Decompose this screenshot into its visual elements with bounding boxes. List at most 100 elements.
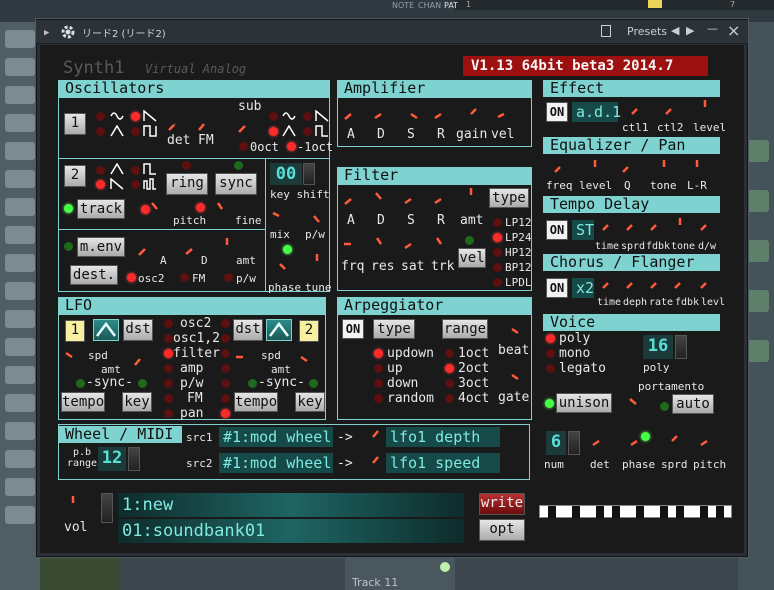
arp-on-button[interactable]: ON [342, 319, 364, 339]
patch-name-display[interactable]: 1:new [118, 493, 464, 517]
arp-down-led[interactable] [374, 379, 383, 388]
osc-det-knob[interactable] [166, 115, 184, 133]
lfo1-key-button[interactable]: key [122, 392, 152, 412]
dest-button[interactable]: dest. [70, 265, 118, 285]
lfo2-amp-led[interactable] [221, 364, 230, 373]
sub-sine-led[interactable] [269, 112, 278, 121]
unison-phase-led[interactable] [641, 432, 650, 441]
osc1-wave-saw-led[interactable] [131, 112, 140, 121]
sub-square-led[interactable] [303, 127, 312, 136]
gear-icon[interactable] [60, 24, 76, 40]
osc2-sine-led[interactable] [96, 166, 105, 175]
tab-pat[interactable]: PAT [444, 1, 458, 10]
lfo1-sync-led-a[interactable] [76, 379, 85, 388]
master-vol-knob[interactable] [64, 494, 82, 512]
osc-fm-knob[interactable] [195, 115, 213, 133]
lfo1-amp-led[interactable] [164, 364, 173, 373]
filter-vel-led[interactable] [465, 236, 474, 245]
lfo2-osc2-led[interactable] [221, 319, 230, 328]
presets-label[interactable]: Presets [627, 25, 667, 38]
amp-d-knob[interactable] [372, 105, 390, 123]
arp-random-led[interactable] [374, 394, 383, 403]
delay-mode-display[interactable]: ST [572, 220, 594, 240]
filter-frq-knob[interactable] [342, 235, 360, 253]
tab-chan[interactable]: CHAN [418, 1, 441, 10]
menv-a-knob[interactable] [136, 240, 154, 258]
voice-legato-led[interactable] [546, 364, 555, 373]
lfo1-osc12-led[interactable] [164, 334, 173, 343]
src1-amount-knob[interactable] [364, 428, 382, 446]
dest-fm-led[interactable] [180, 273, 189, 282]
amp-s-knob[interactable] [402, 105, 420, 123]
lfo2-fm-led[interactable] [221, 394, 230, 403]
filter-bp12-led[interactable] [493, 263, 502, 272]
lfo2-filter-led[interactable] [221, 349, 230, 358]
lfo1-spd-knob[interactable] [63, 348, 81, 366]
osc2-pitch-knob[interactable] [148, 200, 166, 218]
opt-button[interactable]: opt [479, 519, 525, 541]
eq-q-knob[interactable] [619, 158, 637, 176]
amp-gain-knob[interactable] [462, 105, 480, 123]
filter-res-knob[interactable] [372, 235, 390, 253]
lfo2-sync-led-a[interactable] [248, 379, 257, 388]
dest-pw-led[interactable] [224, 273, 233, 282]
eq-level-knob[interactable] [586, 158, 604, 176]
filter-lp12-led[interactable] [493, 218, 502, 227]
osc2-track-led-2[interactable] [141, 205, 150, 214]
portamento-auto-button[interactable]: auto [672, 394, 714, 414]
filter-lpdl-led[interactable] [493, 278, 502, 287]
filter-trk-knob[interactable] [432, 235, 450, 253]
delay-dw-knob[interactable] [697, 216, 715, 234]
playlist-ruler[interactable] [455, 0, 774, 10]
lfo1-wave-button[interactable] [93, 319, 119, 341]
lfo2-pan-led[interactable] [221, 409, 230, 418]
portamento-knob[interactable] [627, 395, 645, 413]
delay-time-knob[interactable] [599, 216, 617, 234]
amp-vel-knob[interactable] [495, 105, 513, 123]
chorus-rate-knob[interactable] [647, 274, 665, 292]
effect-ctl2-knob[interactable] [662, 100, 680, 118]
sync-button[interactable]: sync [215, 173, 257, 195]
arp-range-button[interactable]: range [442, 319, 488, 339]
lfo1-tempo-button[interactable]: tempo [61, 392, 105, 412]
next-preset-icon[interactable]: ▶ [686, 24, 694, 37]
osc2-saw-led[interactable] [96, 180, 105, 189]
preset-list-icon[interactable] [601, 25, 611, 37]
osc1-wave-sine-led[interactable] [96, 112, 105, 121]
lfo1-pw-led[interactable] [164, 379, 173, 388]
ring-button[interactable]: ring [166, 173, 208, 195]
minimize-icon[interactable]: — [707, 22, 718, 35]
amp-r-knob[interactable] [432, 105, 450, 123]
delay-on-button[interactable]: ON [546, 220, 568, 240]
menv-amt-knob[interactable] [218, 236, 236, 254]
window-menu-arrow-icon[interactable]: ▶ [44, 28, 49, 38]
chorus-fdbk-knob[interactable] [671, 274, 689, 292]
lfo1-sync-led-b[interactable] [138, 379, 147, 388]
osc2-fine-knob[interactable] [213, 200, 231, 218]
lfo1-pan-led[interactable] [164, 409, 173, 418]
lfo1-filter-led[interactable] [164, 349, 173, 358]
lfo2-amt-knob[interactable] [298, 352, 316, 370]
unison-num-display[interactable]: 6 [546, 431, 566, 455]
close-icon[interactable]: × [727, 21, 740, 40]
key-shift-display[interactable]: 00 [270, 163, 302, 185]
sub-level-knob[interactable] [236, 117, 254, 135]
menv-led[interactable] [64, 242, 73, 251]
unison-num-spinner[interactable] [568, 431, 580, 455]
unison-pitch-knob[interactable] [698, 432, 716, 450]
menv-d-knob[interactable] [183, 240, 201, 258]
eq-tone-knob[interactable] [655, 158, 673, 176]
amp-a-knob[interactable] [342, 105, 360, 123]
filter-d-knob[interactable] [372, 190, 390, 208]
sync-led[interactable] [234, 161, 243, 170]
arp-up-led[interactable] [374, 364, 383, 373]
arp-updown-led[interactable] [374, 349, 383, 358]
unison-sprd-knob[interactable] [663, 432, 681, 450]
lfo1-osc2-led[interactable] [164, 319, 173, 328]
osc-pw-knob[interactable] [305, 207, 323, 225]
bank-name-display[interactable]: 01:soundbank01 [118, 519, 464, 543]
lfo1-amt-knob[interactable] [126, 356, 144, 374]
poly-count-spinner[interactable] [675, 335, 687, 359]
dst2-select[interactable]: lfo1 speed [386, 453, 500, 473]
effect-level-knob[interactable] [696, 98, 714, 116]
